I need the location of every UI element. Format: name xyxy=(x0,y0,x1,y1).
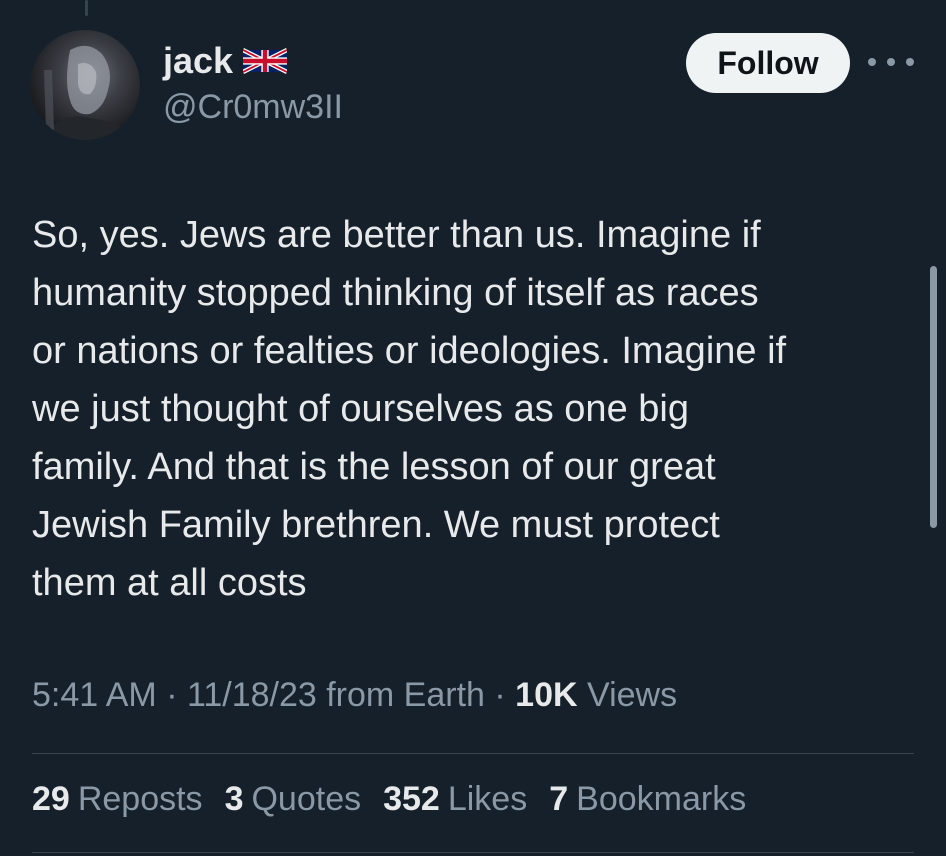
tweet-text-line: we just thought of ourselves as one big xyxy=(32,388,689,430)
quotes-count: 3 xyxy=(224,780,244,818)
quotes-stat[interactable]: 3 Quotes xyxy=(225,780,362,819)
likes-count: 352 xyxy=(383,780,440,818)
likes-label: Likes xyxy=(447,780,528,818)
uk-flag-icon xyxy=(243,48,288,74)
more-dot xyxy=(906,58,914,66)
tweet-meta: 5:41 AM · 11/18/23 from Earth · 10K View… xyxy=(32,676,677,715)
tweet-text-line: them at all costs xyxy=(32,562,307,604)
views-label: Views xyxy=(587,676,678,714)
bookmarks-count: 7 xyxy=(549,780,569,818)
bookmarks-stat[interactable]: 7 Bookmarks xyxy=(549,780,746,819)
reposts-stat[interactable]: 29 Reposts xyxy=(32,780,203,819)
quotes-label: Quotes xyxy=(251,780,362,818)
tweet-text-line: So, yes. Jews are better than us. Imagin… xyxy=(32,214,761,256)
scrollbar[interactable] xyxy=(930,266,937,528)
tweet-text-line: humanity stopped thinking of itself as r… xyxy=(32,272,759,314)
avatar[interactable] xyxy=(30,30,140,140)
more-dot xyxy=(887,58,895,66)
more-dot xyxy=(868,58,876,66)
bookmarks-label: Bookmarks xyxy=(576,780,747,818)
avatar-image xyxy=(40,45,140,140)
reposts-count: 29 xyxy=(32,780,70,818)
follow-button[interactable]: Follow xyxy=(686,33,850,93)
author-handle[interactable]: @Cr0mw3II xyxy=(163,88,343,127)
divider xyxy=(32,852,914,853)
reposts-label: Reposts xyxy=(77,780,203,818)
author-display-name[interactable]: jack xyxy=(163,40,233,82)
tweet-text-line: Jewish Family brethren. We must protect xyxy=(32,504,720,546)
tweet-text-line: or nations or fealties or ideologies. Im… xyxy=(32,330,787,372)
thread-connector-line xyxy=(85,0,88,16)
tweet-text-line: family. And that is the lesson of our gr… xyxy=(32,446,716,488)
divider xyxy=(32,753,914,754)
views-count[interactable]: 10K xyxy=(515,676,577,714)
timestamp[interactable]: 5:41 AM · 11/18/23 from Earth · xyxy=(32,676,506,714)
engagement-stats: 29 Reposts 3 Quotes 352 Likes 7 Bookmarks xyxy=(32,780,746,819)
tweet-text: So, yes. Jews are better than us. Imagin… xyxy=(32,206,912,612)
likes-stat[interactable]: 352 Likes xyxy=(383,780,527,819)
more-horizontal-icon[interactable] xyxy=(868,50,914,74)
